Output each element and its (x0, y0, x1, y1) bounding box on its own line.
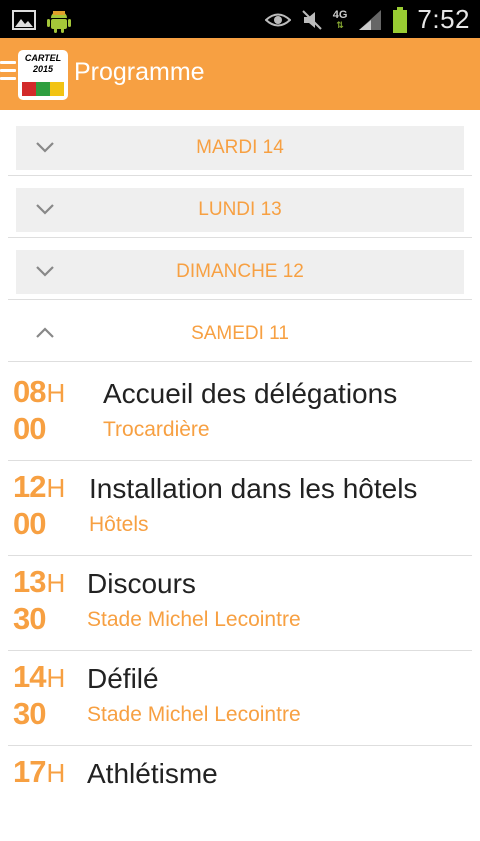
event-title: Installation dans les hôtels (89, 473, 418, 504)
menu-icon[interactable] (0, 61, 16, 80)
logo-text-line1: CARTEL (24, 53, 62, 63)
event-item[interactable]: 14H 30 Défilé Stade Michel Lecointre (8, 651, 472, 746)
android-icon (47, 11, 71, 33)
app-bar: CARTEL 2015 Programme (0, 38, 480, 110)
event-time: 14H 30 (13, 661, 93, 734)
day-header-bg: SAMEDI 11 (16, 312, 464, 356)
day-header-dimanche[interactable]: DIMANCHE 12 (8, 238, 472, 300)
event-time: 17H (13, 756, 93, 789)
event-hour-suffix: H (46, 758, 66, 788)
logo-stripes (22, 82, 64, 96)
event-place[interactable]: Hôtels (89, 513, 149, 537)
day-header-bg: DIMANCHE 12 (16, 250, 464, 294)
data-arrows-icon: ⇅ (336, 19, 344, 30)
event-hour: 12 (13, 469, 46, 504)
event-hour-suffix: H (46, 663, 66, 693)
event-hour: 13 (13, 564, 46, 599)
event-hour-suffix: H (46, 568, 66, 598)
day-label: LUNDI 13 (198, 199, 282, 220)
event-title: Discours (87, 568, 196, 599)
event-place[interactable]: Stade Michel Lecointre (87, 703, 301, 727)
event-minute: 00 (13, 506, 46, 541)
event-hour-suffix: H (46, 473, 66, 503)
network-indicator: 4G ⇅ (332, 8, 348, 30)
day-header-mardi[interactable]: MARDI 14 (8, 114, 472, 176)
programme-list[interactable]: MARDI 14 LUNDI 13 DIMANCHE 12 SAMEDI 11 … (0, 110, 480, 800)
event-title: Accueil des délégations (103, 378, 398, 409)
event-title: Athlétisme (87, 758, 218, 789)
day-label: MARDI 14 (196, 137, 284, 158)
status-right: 4G ⇅ 7:52 (264, 4, 470, 35)
logo-text: CARTEL 2015 (18, 53, 68, 75)
day-header-bg: LUNDI 13 (16, 188, 464, 232)
event-time: 12H 00 (13, 471, 93, 544)
day-header-samedi[interactable]: SAMEDI 11 (8, 300, 472, 362)
eye-icon (264, 13, 291, 26)
event-item[interactable]: 13H 30 Discours Stade Michel Lecointre (8, 556, 472, 651)
mute-icon (301, 9, 322, 30)
battery-icon (393, 6, 408, 33)
event-item[interactable]: 12H 00 Installation dans les hôtels Hôte… (8, 461, 472, 556)
event-place[interactable]: Trocardière (103, 418, 210, 442)
image-icon (12, 10, 36, 30)
event-time: 08H 00 (13, 376, 93, 449)
signal-icon (359, 9, 382, 30)
clock: 7:52 (417, 4, 470, 34)
event-hour: 14 (13, 659, 46, 694)
event-item[interactable]: 08H 00 Accueil des délégations Trocardiè… (8, 366, 472, 461)
day-label: DIMANCHE 12 (176, 261, 304, 282)
event-hour-suffix: H (46, 378, 66, 408)
event-minute: 30 (13, 696, 46, 731)
event-minute: 00 (13, 411, 46, 446)
day-label: SAMEDI 11 (191, 323, 289, 344)
network-type: 4G (332, 8, 348, 21)
event-hour: 17 (13, 754, 46, 789)
page-title: Programme (74, 58, 205, 86)
app-logo[interactable]: CARTEL 2015 (18, 50, 68, 100)
event-minute: 30 (13, 601, 46, 636)
status-left (12, 6, 72, 34)
event-place[interactable]: Stade Michel Lecointre (87, 608, 301, 632)
day-header-lundi[interactable]: LUNDI 13 (8, 176, 472, 238)
day-header-bg: MARDI 14 (16, 126, 464, 170)
event-hour: 08 (13, 374, 46, 409)
event-title: Défilé (87, 663, 159, 694)
event-item[interactable]: 17H Athlétisme (8, 746, 472, 841)
logo-text-line2: 2015 (32, 64, 54, 74)
event-time: 13H 30 (13, 566, 93, 639)
status-bar: 4G ⇅ 7:52 (0, 0, 480, 38)
